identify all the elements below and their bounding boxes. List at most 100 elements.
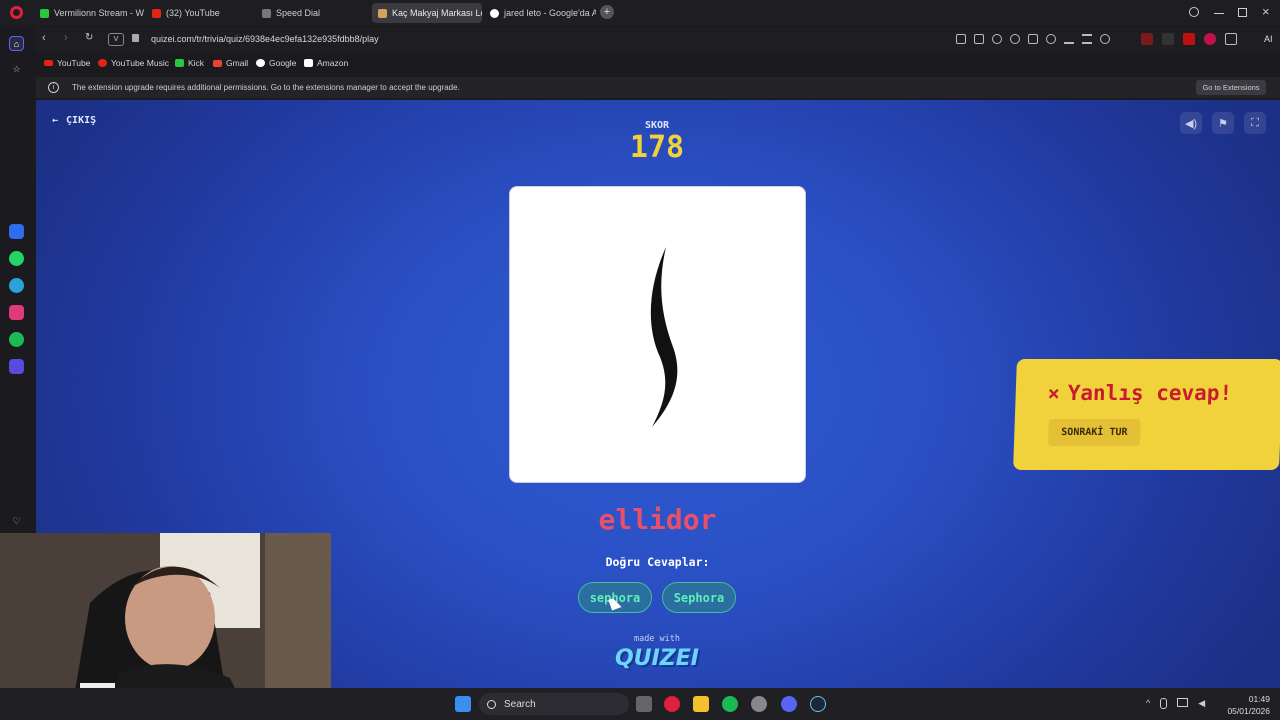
- youtube-icon: [44, 60, 53, 66]
- kick-icon: [175, 59, 184, 67]
- correct-answer-chip-2: Sephora: [662, 582, 736, 613]
- close-x-icon: ×: [1047, 381, 1061, 405]
- made-with-label: made with: [633, 634, 681, 644]
- extension-icons: [1141, 33, 1237, 45]
- toast-title: Yanlış cevap!: [1067, 381, 1233, 405]
- tab-youtube[interactable]: (32) YouTube: [146, 3, 254, 23]
- new-tab-button[interactable]: +: [600, 5, 614, 19]
- edit-icon[interactable]: [956, 34, 966, 44]
- extensions-puzzle-icon[interactable]: [1225, 33, 1237, 45]
- opera-taskbar-icon[interactable]: [664, 696, 680, 712]
- star-icon[interactable]: ☆: [9, 62, 24, 77]
- quizei-logo[interactable]: QUIZEI: [606, 646, 708, 671]
- back-icon[interactable]: ‹: [42, 32, 46, 44]
- windows-start-icon[interactable]: [455, 696, 471, 712]
- google-icon: [490, 8, 499, 18]
- toolbar-icons: [956, 34, 1136, 46]
- gmail-icon: [213, 59, 222, 67]
- lock-icon: [132, 34, 139, 42]
- messenger-icon[interactable]: [9, 224, 24, 239]
- go-to-extensions-button[interactable]: Go to Extensions: [1196, 80, 1266, 95]
- discord-icon[interactable]: [781, 696, 797, 712]
- maximize-button[interactable]: [1238, 8, 1247, 17]
- download-icon[interactable]: [1064, 34, 1074, 44]
- search-icon: [487, 699, 496, 709]
- opera-logo-icon[interactable]: [10, 6, 23, 19]
- play-icon[interactable]: [1028, 34, 1038, 44]
- extension-tp-icon[interactable]: [1183, 33, 1195, 45]
- microphone-icon[interactable]: [1160, 698, 1168, 709]
- camera-icon[interactable]: [974, 34, 984, 44]
- close-window-button[interactable]: ×: [1262, 4, 1270, 19]
- monitor-icon[interactable]: [1177, 698, 1189, 707]
- instagram-icon[interactable]: [9, 305, 24, 320]
- amazon-icon: [304, 59, 313, 67]
- google-icon: [256, 59, 265, 67]
- wrong-answer-toast: × Yanlış cevap! SONRAKİ TUR: [1013, 359, 1280, 470]
- steam-icon[interactable]: [810, 696, 826, 712]
- chevron-up-icon[interactable]: ^: [1146, 698, 1150, 709]
- arrow-left-icon: ←: [52, 115, 59, 126]
- steelseries-icon[interactable]: [751, 696, 767, 712]
- whatsapp-icon[interactable]: [9, 251, 24, 266]
- minimize-button[interactable]: [1214, 13, 1224, 14]
- next-round-button[interactable]: SONRAKİ TUR: [1047, 419, 1141, 446]
- tab-google-search[interactable]: jared leto - Google'da Ara: [484, 3, 596, 23]
- info-message: The extension upgrade requires additiona…: [72, 83, 460, 92]
- bookmark-amazon[interactable]: Amazon: [304, 58, 348, 68]
- wrong-answer-text: ellidor: [598, 503, 717, 536]
- extension-infobar: i The extension upgrade requires additio…: [36, 77, 1280, 98]
- address-bar: ‹ › ↻ V quizei.com/tr/trivia/quiz/6938e4…: [36, 28, 1280, 52]
- ublock-icon[interactable]: [1204, 33, 1216, 45]
- player-icon[interactable]: [9, 359, 24, 374]
- clock-date[interactable]: 05/01/2026: [1215, 706, 1270, 716]
- url-field[interactable]: quizei.com/tr/trivia/quiz/6938e4ec9efa13…: [151, 34, 379, 44]
- reload-icon[interactable]: ↻: [85, 32, 93, 43]
- taskbar-search[interactable]: Search: [479, 693, 629, 715]
- bookmarks-bar: YouTube YouTube Music Kick Gmail Google …: [36, 55, 1280, 75]
- grid-icon: [262, 8, 271, 18]
- menu-icon[interactable]: [1082, 34, 1092, 44]
- fullscreen-icon[interactable]: ⛶: [1244, 112, 1266, 134]
- score-value: 178: [629, 130, 685, 165]
- tab-vermilionn[interactable]: Vermilionn Stream - Watc: [34, 3, 144, 23]
- info-icon: i: [48, 82, 59, 93]
- windows-taskbar: Search ^ ◀ 01:49 05/01/2026: [0, 688, 1280, 720]
- tab-search-icon[interactable]: [1189, 7, 1199, 17]
- bookmark-google[interactable]: Google: [256, 58, 296, 68]
- spotify-icon[interactable]: [9, 332, 24, 347]
- spotify-taskbar-icon[interactable]: [722, 696, 738, 712]
- tab-makyaj-quiz[interactable]: Kaç Makyaj Markası Logo: [372, 3, 482, 23]
- ai-button[interactable]: AI: [1264, 34, 1273, 44]
- flag-icon[interactable]: ⚑: [1212, 112, 1234, 134]
- bookmark-kick[interactable]: Kick: [175, 58, 204, 68]
- youtube-music-icon: [98, 59, 107, 67]
- shield-icon[interactable]: [992, 34, 1002, 44]
- exit-button[interactable]: ← ÇIKIŞ: [52, 115, 96, 126]
- youtube-icon: [152, 8, 161, 18]
- kick-icon: [40, 8, 49, 18]
- vpn-icon[interactable]: [1010, 34, 1020, 44]
- clock-time[interactable]: 01:49: [1230, 694, 1270, 704]
- home-icon[interactable]: ⌂: [9, 36, 24, 51]
- heart-outline-icon[interactable]: [1046, 34, 1056, 44]
- extension-red-icon[interactable]: [1141, 33, 1153, 45]
- telegram-icon[interactable]: [9, 278, 24, 293]
- tray-icons: ^ ◀: [1146, 698, 1205, 709]
- bookmark-gmail[interactable]: Gmail: [213, 58, 248, 68]
- forward-icon[interactable]: ›: [64, 32, 68, 44]
- sephora-flame-logo: [650, 247, 678, 427]
- tab-speed-dial[interactable]: Speed Dial: [256, 3, 368, 23]
- bookmark-youtube[interactable]: YouTube: [44, 58, 90, 68]
- correct-answers-label: Doğru Cevaplar:: [605, 555, 710, 569]
- extension-cat-icon[interactable]: [1162, 33, 1174, 45]
- heart-icon[interactable]: ♡: [9, 514, 24, 529]
- vpn-badge[interactable]: V: [108, 33, 124, 46]
- file-explorer-icon[interactable]: [693, 696, 709, 712]
- profile-icon[interactable]: [1100, 34, 1110, 44]
- sound-icon[interactable]: ◀): [1180, 112, 1202, 134]
- volume-icon[interactable]: ◀: [1198, 698, 1205, 709]
- task-view-icon[interactable]: [636, 696, 652, 712]
- bookmark-youtube-music[interactable]: YouTube Music: [98, 58, 169, 68]
- quiz-tab-icon: [378, 8, 387, 18]
